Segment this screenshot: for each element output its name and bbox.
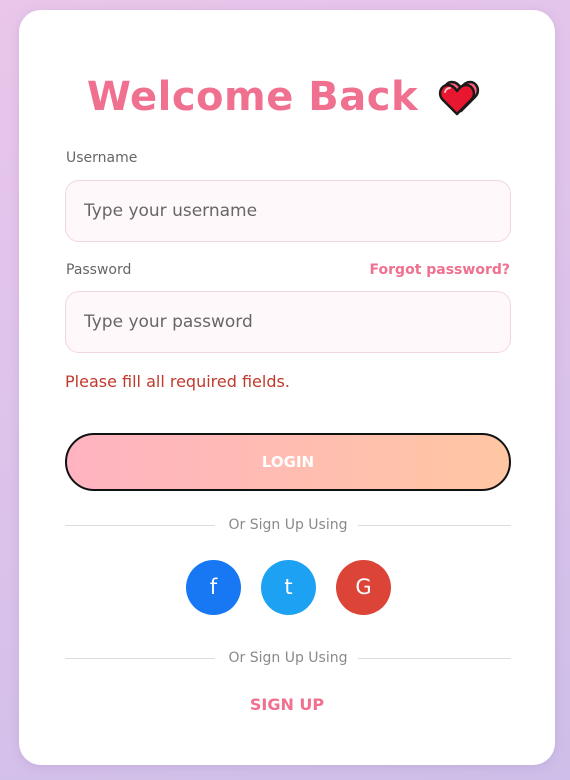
facebook-icon: f — [209, 575, 218, 599]
password-input[interactable] — [65, 291, 511, 353]
divider-line — [358, 658, 511, 659]
facebook-button[interactable]: f — [186, 560, 241, 615]
password-label: Password — [66, 262, 132, 278]
page-title: Welcome Back — [86, 74, 419, 120]
username-input[interactable] — [65, 180, 511, 242]
title-row: Welcome Back — [19, 74, 555, 120]
signup-divider: Or Sign Up Using — [65, 648, 511, 668]
twitter-icon: t — [284, 575, 293, 599]
google-button[interactable]: G — [336, 560, 391, 615]
social-divider: Or Sign Up Using — [65, 515, 511, 535]
google-icon: G — [355, 575, 372, 599]
two-hearts-icon — [439, 80, 480, 116]
divider-line — [358, 525, 511, 526]
forgot-password-link[interactable]: Forgot password? — [370, 262, 510, 278]
login-button[interactable]: LOGIN — [65, 433, 511, 491]
signup-link[interactable]: SIGN UP — [19, 695, 555, 714]
login-card: Welcome Back Username Password Forgot pa… — [19, 10, 555, 765]
username-label: Username — [66, 150, 138, 166]
error-message: Please fill all required fields. — [65, 372, 290, 391]
twitter-button[interactable]: t — [261, 560, 316, 615]
